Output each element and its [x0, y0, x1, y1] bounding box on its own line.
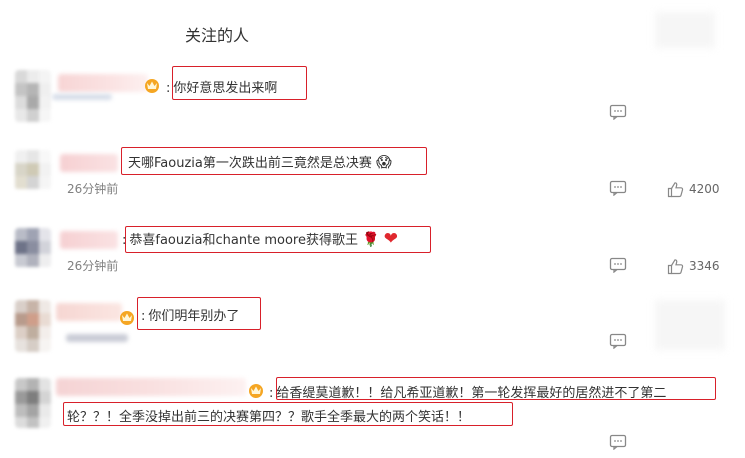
username[interactable]	[60, 231, 118, 249]
comment-text: 你们明年别办了	[148, 309, 240, 324]
comment-text-line2: 轮？？！全季没掉出前三的决赛第四？？歌手全季最大的两个笑话！！	[67, 410, 471, 425]
like-button[interactable]: 3346	[667, 257, 720, 275]
rose-icon: 🌹	[362, 232, 380, 248]
comment-colon: :	[166, 81, 171, 96]
comment-colon: :	[269, 386, 274, 401]
comment-text-line1: 给香缇莫道歉！！给凡希亚道歉！第一轮发挥最好的居然进不了第二	[276, 386, 667, 401]
comment-colon: :	[141, 309, 146, 324]
comment-colon: :	[122, 233, 127, 248]
blurred-region	[655, 12, 715, 48]
avatar[interactable]	[15, 70, 51, 122]
comment-icon[interactable]	[609, 180, 627, 196]
username[interactable]	[56, 303, 122, 321]
section-title: 关注的人	[185, 26, 250, 45]
crown-badge-icon	[145, 79, 159, 93]
comment-text: 恭喜faouzia和chante moore获得歌王	[129, 233, 358, 248]
comment-icon[interactable]	[609, 434, 627, 450]
comment-text: 你好意思发出来啊	[173, 81, 278, 96]
username[interactable]	[56, 378, 246, 396]
timestamp: 26分钟前	[67, 259, 119, 273]
avatar[interactable]	[15, 378, 51, 428]
username[interactable]	[60, 154, 118, 172]
avatar[interactable]	[15, 150, 51, 190]
like-count: 3346	[689, 259, 720, 273]
username-sub	[52, 94, 112, 100]
crown-badge-icon	[120, 311, 134, 325]
timestamp: 26分钟前	[67, 182, 119, 196]
avatar[interactable]	[15, 228, 51, 268]
username-sub	[66, 334, 128, 342]
thumbs-up-icon	[667, 258, 684, 274]
thumbs-up-icon	[667, 181, 684, 197]
like-button[interactable]: 4200	[667, 180, 720, 198]
heart-icon: ❤	[383, 229, 398, 249]
emoji-scared-icon: 😱	[376, 153, 392, 171]
comment-icon[interactable]	[609, 333, 627, 349]
comment-text: 天哪Faouzia第一次跌出前三竟然是总决赛	[128, 156, 372, 171]
like-count: 4200	[689, 182, 720, 196]
comment-icon[interactable]	[609, 257, 627, 273]
comment-icon[interactable]	[609, 104, 627, 120]
avatar[interactable]	[15, 300, 51, 352]
crown-badge-icon	[249, 384, 263, 398]
blurred-region	[655, 300, 725, 350]
username[interactable]	[58, 74, 148, 92]
